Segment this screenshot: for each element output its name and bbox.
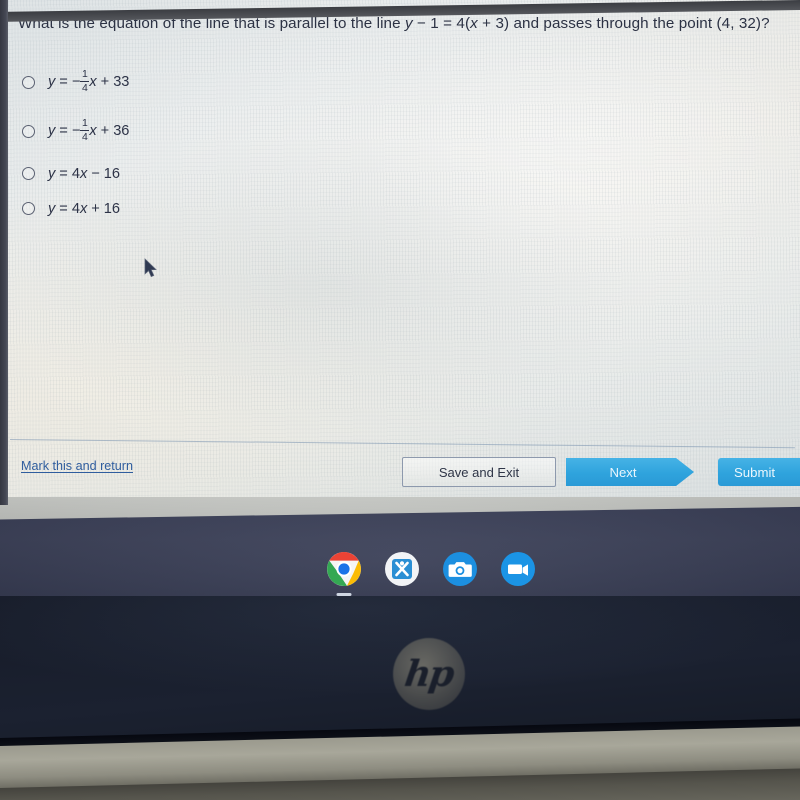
option-c-equals: = — [59, 165, 68, 182]
hp-logo: hp — [393, 638, 465, 710]
option-d-equation: y = 4 x + 16 — [48, 201, 120, 217]
radio-button-b[interactable] — [22, 125, 35, 138]
option-b-equals: = — [59, 123, 68, 140]
question-eq-mid: − 1 = 4( — [412, 15, 471, 32]
option-d-constant: 16 — [103, 200, 121, 217]
option-a-denominator: 4 — [81, 82, 88, 95]
radio-button-a[interactable] — [22, 76, 35, 89]
option-d-lhs: y — [48, 200, 56, 217]
option-a-variable: x — [89, 74, 97, 91]
option-c-coefficient: 4 — [71, 165, 80, 182]
option-a-sign: − — [71, 74, 81, 91]
radio-button-d[interactable] — [22, 202, 35, 215]
chrome-icon[interactable] — [325, 550, 363, 596]
option-b-operator: + — [100, 123, 110, 140]
radio-button-c[interactable] — [22, 167, 35, 180]
option-a-numerator: 1 — [81, 68, 88, 81]
video-camera-icon[interactable] — [499, 550, 537, 588]
app-x-icon[interactable] — [383, 550, 421, 588]
quiz-page: What is the equation of the line that is… — [0, 0, 800, 505]
footer-divider — [9, 439, 795, 449]
option-b-fraction: 1 4 — [80, 117, 90, 144]
option-b-lhs: y — [48, 123, 56, 140]
option-c-variable: x — [79, 165, 88, 182]
option-d-operator: + — [91, 200, 100, 217]
laptop-screen: What is the equation of the line that is… — [0, 0, 800, 505]
next-button[interactable]: Next — [566, 458, 694, 486]
hp-logo-text: hp — [402, 653, 456, 695]
option-b-constant: 36 — [113, 123, 130, 140]
option-a-equals: = — [59, 74, 68, 91]
question-variable-x: x — [470, 15, 478, 32]
mark-this-and-return-link[interactable]: Mark this and return — [21, 459, 133, 473]
option-c[interactable]: y = 4 x − 16 — [22, 156, 442, 191]
option-d-equals: = — [59, 200, 68, 217]
camera-icon[interactable] — [441, 550, 479, 588]
option-c-operator: − — [91, 165, 100, 182]
option-d-variable: x — [79, 200, 88, 217]
option-b-variable: x — [89, 123, 97, 140]
option-a-constant: 33 — [113, 74, 130, 91]
option-a[interactable]: y = − 1 4 x + 33 — [22, 58, 442, 107]
option-b-numerator: 1 — [81, 117, 88, 130]
option-a-equation: y = − 1 4 x + 33 — [48, 68, 130, 95]
option-d[interactable]: y = 4 x + 16 — [22, 191, 442, 226]
option-a-operator: + — [100, 74, 110, 91]
screenshot-root: What is the equation of the line that is… — [0, 0, 800, 800]
option-a-lhs: y — [48, 74, 56, 91]
option-c-lhs: y — [48, 165, 56, 182]
mouse-pointer-icon — [144, 258, 158, 284]
option-d-coefficient: 4 — [71, 200, 80, 217]
option-b[interactable]: y = − 1 4 x + 36 — [22, 107, 442, 156]
submit-button[interactable]: Submit — [718, 458, 800, 486]
option-c-equation: y = 4 x − 16 — [48, 166, 120, 182]
question-variable-y: y — [404, 15, 413, 32]
taskbar-shelf — [0, 497, 800, 602]
option-b-denominator: 4 — [81, 131, 88, 144]
chrome-active-indicator — [336, 593, 352, 596]
shelf-icon-list — [325, 550, 537, 596]
option-b-sign: − — [71, 123, 81, 140]
screen-bezel-left — [0, 0, 8, 505]
option-a-fraction: 1 4 — [80, 68, 90, 95]
answer-options-list: y = − 1 4 x + 33 y = − 1 4 x + 36 y = 4 … — [22, 58, 442, 226]
question-tail: + 3) and passes through the point (4, 32… — [477, 15, 770, 32]
save-and-exit-button[interactable]: Save and Exit — [402, 457, 556, 487]
option-c-constant: 16 — [103, 165, 121, 182]
option-b-equation: y = − 1 4 x + 36 — [48, 117, 130, 144]
